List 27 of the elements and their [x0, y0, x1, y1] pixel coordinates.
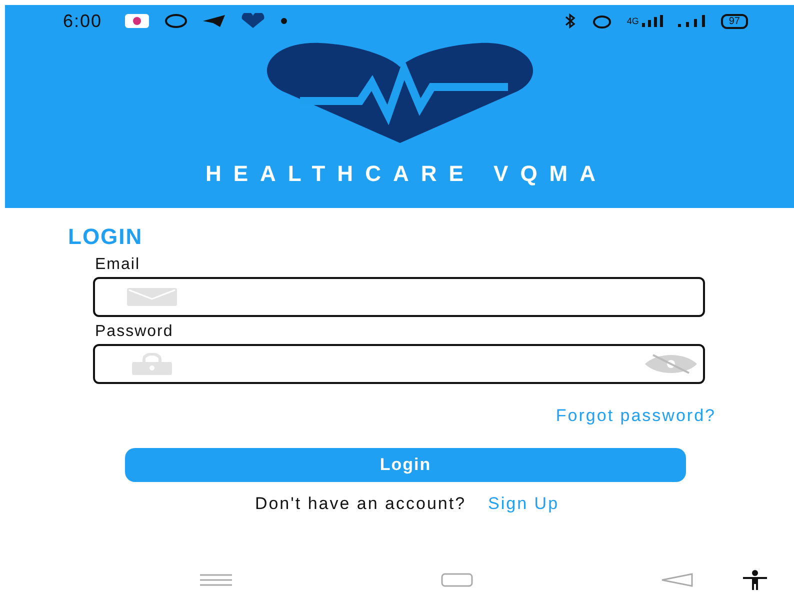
network-type: 4G — [626, 16, 639, 26]
signal-icon — [640, 14, 663, 28]
envelope-icon — [127, 288, 177, 306]
login-button[interactable]: Login — [125, 448, 686, 482]
paper-plane-icon — [202, 14, 226, 28]
field-label: Email — [95, 256, 142, 274]
home-icon[interactable] — [440, 573, 473, 587]
login-heading: LOGIN — [68, 224, 144, 250]
signal-icon — [676, 14, 707, 28]
app-notification-icon — [124, 13, 150, 29]
bluetooth-icon — [562, 13, 577, 29]
eye-slash-icon[interactable] — [643, 354, 699, 374]
email-field[interactable] — [93, 277, 705, 317]
status-time: 6:00 — [63, 10, 102, 32]
back-icon[interactable] — [661, 573, 694, 587]
heart-icon — [240, 13, 266, 29]
accessibility-icon[interactable] — [742, 570, 768, 590]
lock-icon — [131, 353, 173, 375]
menu-icon[interactable] — [200, 574, 232, 586]
field-label: Password — [95, 323, 174, 341]
battery-indicator: 97 — [720, 14, 748, 28]
signup-prompt: Don't have an account? — [254, 494, 466, 514]
sign-up-link[interactable]: Sign Up — [488, 494, 560, 514]
app-title: HEALTHCARE VQMA — [204, 161, 608, 187]
dot-icon — [280, 17, 288, 25]
forgot-password-link[interactable]: Forgot password? — [556, 406, 716, 426]
password-field[interactable] — [93, 344, 705, 384]
